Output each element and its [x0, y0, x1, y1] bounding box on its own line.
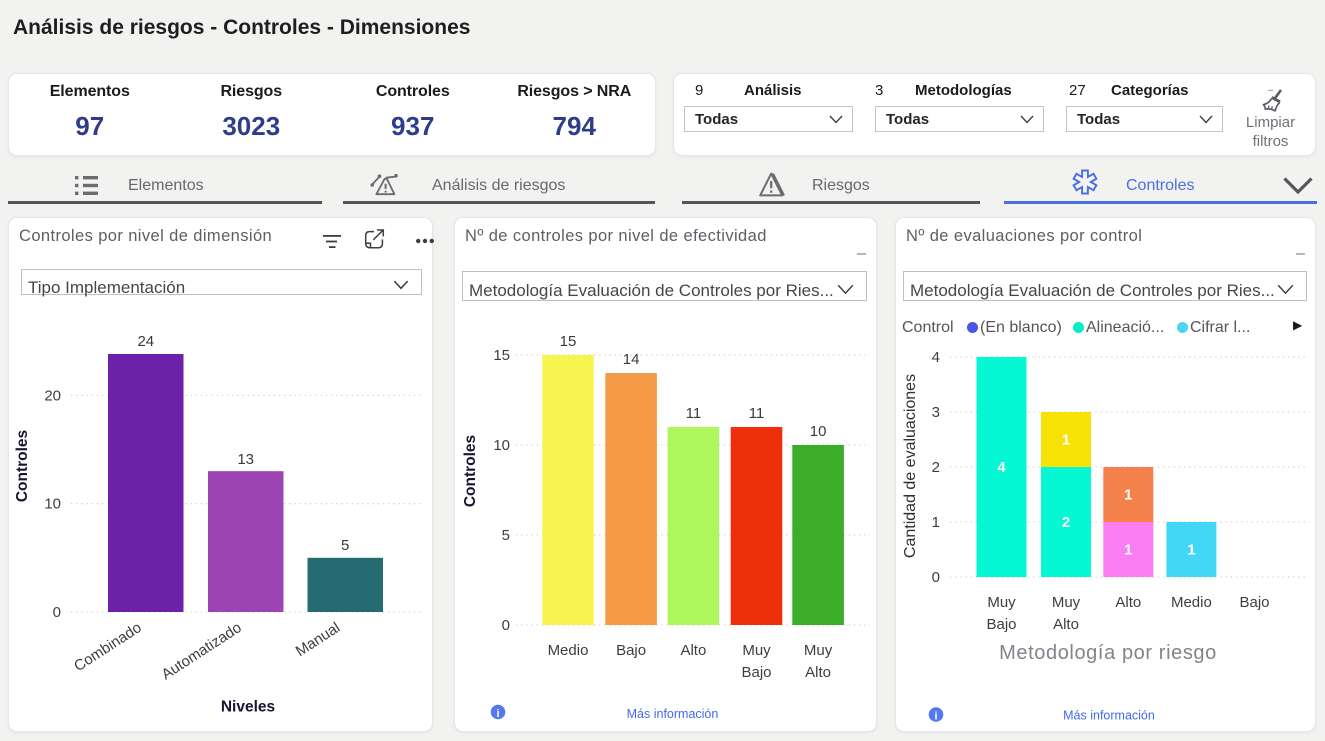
svg-text:11: 11 — [749, 405, 765, 422]
svg-text:Muy: Muy — [987, 594, 1016, 611]
svg-text:Cantidad de evaluaciones: Cantidad de evaluaciones — [902, 374, 919, 558]
svg-text:4: 4 — [997, 459, 1006, 476]
svg-text:Más información: Más información — [1063, 709, 1155, 723]
svg-text:14: 14 — [623, 351, 640, 368]
svg-text:1: 1 — [1124, 542, 1132, 559]
svg-text:4: 4 — [932, 349, 940, 366]
svg-text:Controles: Controles — [14, 430, 31, 502]
svg-text:Niveles: Niveles — [221, 699, 275, 716]
svg-text:Medio: Medio — [1171, 594, 1212, 611]
svg-text:Metodología por riesgo: Metodología por riesgo — [999, 642, 1217, 664]
svg-text:0: 0 — [502, 617, 510, 634]
svg-text:Alto: Alto — [805, 664, 831, 681]
svg-text:Automatizado: Automatizado — [158, 619, 244, 683]
svg-text:Manual: Manual — [293, 619, 344, 660]
svg-text:5: 5 — [502, 527, 510, 544]
svg-text:13: 13 — [237, 451, 254, 468]
svg-text:24: 24 — [137, 333, 154, 350]
svg-text:15: 15 — [560, 333, 577, 350]
svg-text:Medio: Medio — [548, 642, 589, 659]
svg-text:Controles: Controles — [462, 435, 479, 507]
svg-text:Alto: Alto — [680, 642, 706, 659]
svg-text:i: i — [496, 708, 499, 720]
svg-text:20: 20 — [44, 387, 61, 404]
svg-text:Muy: Muy — [804, 642, 833, 659]
svg-text:1: 1 — [1187, 542, 1195, 559]
svg-text:Bajo: Bajo — [1239, 594, 1269, 611]
svg-text:10: 10 — [44, 496, 61, 513]
svg-text:Alto: Alto — [1053, 616, 1079, 633]
svg-text:15: 15 — [493, 347, 510, 364]
svg-text:Muy: Muy — [742, 642, 771, 659]
svg-text:1: 1 — [1062, 432, 1070, 449]
svg-text:10: 10 — [810, 423, 827, 440]
svg-text:10: 10 — [493, 437, 510, 454]
svg-text:Bajo: Bajo — [616, 642, 646, 659]
svg-text:2: 2 — [932, 459, 940, 476]
svg-text:0: 0 — [932, 569, 940, 586]
svg-text:5: 5 — [341, 537, 349, 554]
svg-text:Alto: Alto — [1115, 594, 1141, 611]
svg-text:i: i — [934, 711, 937, 723]
svg-text:Bajo: Bajo — [741, 664, 771, 681]
svg-text:Combinado: Combinado — [71, 619, 145, 675]
svg-text:0: 0 — [53, 604, 61, 621]
svg-text:Más información: Más información — [627, 707, 719, 721]
svg-text:3: 3 — [932, 404, 940, 421]
svg-text:Muy: Muy — [1052, 594, 1081, 611]
svg-text:11: 11 — [686, 405, 702, 422]
svg-text:Bajo: Bajo — [986, 616, 1016, 633]
svg-text:1: 1 — [932, 514, 940, 531]
svg-text:2: 2 — [1062, 514, 1070, 531]
svg-text:1: 1 — [1124, 487, 1132, 504]
